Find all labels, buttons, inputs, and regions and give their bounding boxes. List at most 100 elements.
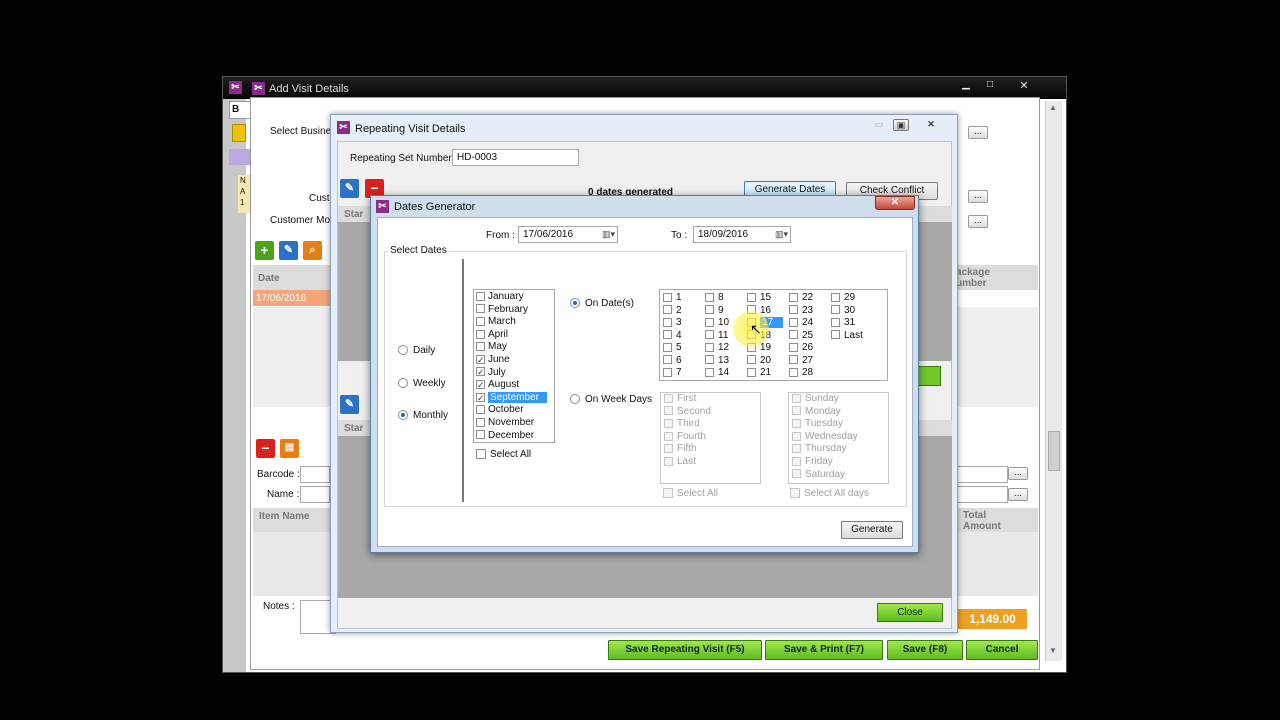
to-date-picker[interactable]: 18/09/2016 ▥▾ xyxy=(693,226,791,243)
day-checkbox[interactable]: 3 xyxy=(663,317,682,328)
month-item[interactable]: ✓ July xyxy=(474,367,554,380)
day-checkbox[interactable]: 28 xyxy=(789,367,813,378)
day-checkbox[interactable]: 11 xyxy=(705,330,728,341)
day-checkbox[interactable]: 19 xyxy=(747,342,771,353)
menu-icon[interactable] xyxy=(232,124,246,142)
barcode-input[interactable] xyxy=(300,466,330,483)
maximize-button[interactable]: □ xyxy=(979,79,1001,93)
minimize-button[interactable]: ▁ xyxy=(955,79,977,93)
repeating-set-number-field[interactable]: HD-0003 xyxy=(452,149,579,166)
day-checkbox[interactable]: 27 xyxy=(789,355,813,366)
day-checkbox[interactable]: 14 xyxy=(705,367,729,378)
day-checkbox[interactable]: 13 xyxy=(705,355,729,366)
from-date-picker[interactable]: 17/06/2016 ▥▾ xyxy=(518,226,618,243)
edit-icon[interactable]: ✎ xyxy=(279,241,298,260)
name-input[interactable] xyxy=(300,486,330,503)
browse-button[interactable]: ... xyxy=(968,215,988,228)
month-item[interactable]: April xyxy=(474,329,554,342)
day-checkbox[interactable]: 5 xyxy=(663,342,682,353)
day-checkbox[interactable]: 7 xyxy=(663,367,682,378)
browse-button[interactable]: ... xyxy=(968,190,988,203)
vertical-scrollbar[interactable]: ▲ ▼ xyxy=(1045,101,1062,661)
checkbox-icon xyxy=(663,355,672,365)
day-checkbox[interactable]: Last xyxy=(831,330,863,341)
checkbox-icon xyxy=(747,330,756,340)
month-item[interactable]: May xyxy=(474,341,554,354)
edit-icon[interactable]: ✎ xyxy=(340,395,359,414)
day-checkbox[interactable]: 21 xyxy=(747,367,771,378)
day-checkbox[interactable]: 1 xyxy=(663,292,682,303)
on-week-days-radio[interactable]: On Week Days xyxy=(570,394,652,405)
remove-icon[interactable]: − xyxy=(256,439,275,458)
close-button[interactable]: ✕ xyxy=(875,196,915,210)
frequency-radio-monthly[interactable]: Monthly xyxy=(398,410,448,421)
barcode-icon[interactable]: ▤ xyxy=(280,439,299,458)
weekday-item-label: Saturday xyxy=(805,468,846,480)
save-repeating-visit-button[interactable]: Save Repeating Visit (F5) xyxy=(608,640,762,660)
generate-button[interactable]: Generate xyxy=(841,521,903,539)
month-item[interactable]: December xyxy=(474,430,554,443)
day-checkbox[interactable]: 30 xyxy=(831,305,855,316)
day-checkbox[interactable]: 18 xyxy=(747,330,771,341)
day-checkbox[interactable]: 23 xyxy=(789,305,813,316)
browse-button[interactable]: ... xyxy=(968,126,988,139)
save-print-button[interactable]: Save & Print (F7) xyxy=(765,640,883,660)
dates-generator-body: From : 17/06/2016 ▥▾ To : 18/09/2016 ▥▾ … xyxy=(377,217,913,547)
day-checkbox[interactable]: 8 xyxy=(705,292,724,303)
edit-icon[interactable]: ✎ xyxy=(340,179,359,198)
month-item[interactable]: February xyxy=(474,304,554,317)
day-checkbox[interactable]: 2 xyxy=(663,305,682,316)
cancel-button[interactable]: Cancel xyxy=(966,640,1038,660)
day-checkbox[interactable]: 31 xyxy=(831,317,855,328)
day-checkbox[interactable]: 17 xyxy=(747,317,784,328)
on-dates-radio[interactable]: On Date(s) xyxy=(570,298,634,309)
day-checkbox[interactable]: 6 xyxy=(663,355,682,366)
month-item[interactable]: ✓ September xyxy=(474,391,554,405)
weekday-item: Wednesday xyxy=(789,431,888,444)
day-checkbox[interactable]: 4 xyxy=(663,330,682,341)
radio-icon xyxy=(398,345,408,356)
calendar-dropdown-icon[interactable]: ▥▾ xyxy=(602,229,615,240)
close-dialog-button[interactable]: Close xyxy=(877,603,943,622)
month-item[interactable]: January xyxy=(474,291,554,304)
day-checkbox[interactable]: 24 xyxy=(789,317,813,328)
scroll-down-arrow[interactable]: ▼ xyxy=(1049,646,1057,655)
browse-button[interactable]: ... xyxy=(1008,488,1028,501)
name-input[interactable] xyxy=(956,486,1008,503)
checkbox-checked-icon: ✓ xyxy=(476,367,485,378)
month-item[interactable]: October xyxy=(474,404,554,417)
day-checkbox[interactable]: 15 xyxy=(747,292,771,303)
scroll-up-arrow[interactable]: ▲ xyxy=(1049,103,1057,112)
day-checkbox[interactable]: 16 xyxy=(747,305,771,316)
add-icon[interactable]: + xyxy=(255,241,274,260)
checkbox-icon xyxy=(663,488,673,499)
day-checkbox[interactable]: 29 xyxy=(831,292,855,303)
day-checkbox[interactable]: 20 xyxy=(747,355,771,366)
browse-button[interactable]: ... xyxy=(1008,467,1028,480)
minimize-button[interactable]: ▭ xyxy=(871,119,887,131)
day-checkbox[interactable]: 12 xyxy=(705,342,729,353)
scroll-thumb[interactable] xyxy=(1048,431,1060,471)
month-item[interactable]: November xyxy=(474,417,554,430)
months-select-all[interactable]: Select All xyxy=(476,449,531,460)
close-button[interactable]: ✕ xyxy=(1013,79,1035,93)
day-checkbox[interactable]: 10 xyxy=(705,317,729,328)
month-item[interactable]: March xyxy=(474,316,554,329)
day-checkbox[interactable]: 9 xyxy=(705,305,724,316)
calendar-dropdown-icon[interactable]: ▥▾ xyxy=(775,229,788,240)
save-button[interactable]: Save (F8) xyxy=(887,640,963,660)
day-checkbox[interactable]: 22 xyxy=(789,292,813,303)
day-checkbox[interactable]: 26 xyxy=(789,342,813,353)
close-button[interactable]: ✕ xyxy=(923,119,939,131)
barcode-input[interactable] xyxy=(956,466,1008,483)
frequency-radio-weekly[interactable]: Weekly xyxy=(398,378,446,389)
month-item[interactable]: ✓ June xyxy=(474,354,554,367)
months-list[interactable]: January February March April May ✓ June ✓ July ✓ A… xyxy=(473,289,555,443)
week-ordinals-list: First Second Third Fourth Fifth Last xyxy=(660,392,761,484)
day-checkbox[interactable]: 25 xyxy=(789,330,813,341)
table-row[interactable]: 17/06/2016 xyxy=(253,290,339,306)
maximize-button[interactable]: ▣ xyxy=(893,119,909,131)
month-item[interactable]: ✓ August xyxy=(474,379,554,392)
frequency-radio-daily[interactable]: Daily xyxy=(398,345,435,356)
search-icon[interactable]: ⌕ xyxy=(303,241,322,260)
